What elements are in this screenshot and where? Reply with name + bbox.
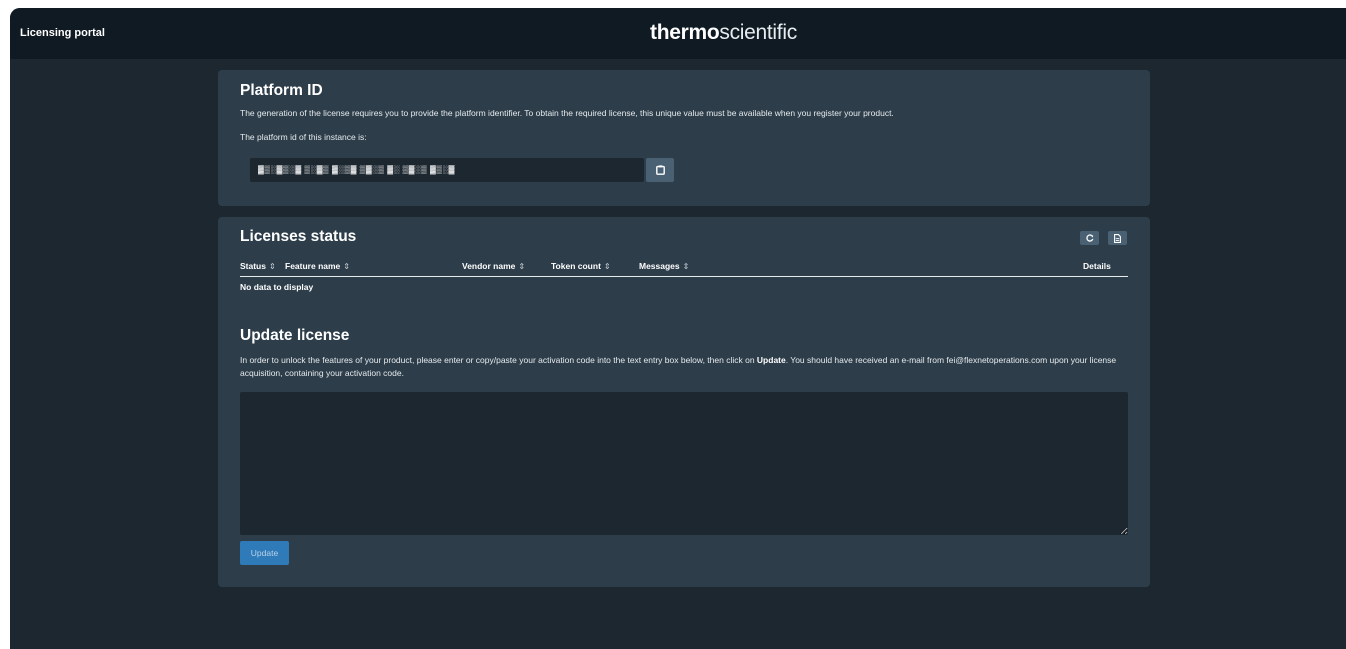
column-header-vendor-name[interactable]: Vendor name ⇕	[462, 261, 525, 271]
column-header-feature-name[interactable]: Feature name ⇕	[285, 261, 350, 271]
column-header-details: Details	[1083, 261, 1111, 271]
sort-icon: ⇕	[603, 262, 611, 271]
export-file-button[interactable]	[1108, 231, 1127, 245]
sort-icon: ⇕	[343, 262, 350, 271]
update-button[interactable]: Update	[240, 541, 289, 565]
platform-id-title: Platform ID	[240, 82, 323, 99]
thermo-scientific-logo: thermoscientific	[650, 21, 797, 45]
refresh-button[interactable]	[1080, 231, 1099, 245]
update-desc-bold: Update	[756, 355, 786, 365]
column-header-status[interactable]: Status ⇕	[240, 261, 276, 271]
table-header-divider	[240, 276, 1128, 277]
logo-light-text: scientific	[719, 21, 797, 44]
column-header-details-label: Details	[1083, 261, 1111, 271]
refresh-icon	[1085, 234, 1093, 242]
column-header-messages-label: Messages	[639, 261, 680, 271]
column-header-token-count-label: Token count	[551, 261, 601, 271]
logo-bold-text: thermo	[650, 21, 720, 44]
activation-code-input[interactable]	[240, 392, 1128, 535]
file-icon	[1114, 233, 1121, 243]
empty-table-message: No data to display	[240, 282, 314, 292]
update-license-description: In order to unlock the features of your …	[240, 354, 1120, 380]
licenses-status-title: Licenses status	[240, 228, 357, 245]
column-header-vendor-name-label: Vendor name	[462, 261, 516, 271]
update-license-title: Update license	[240, 327, 350, 344]
column-header-messages[interactable]: Messages ⇕	[639, 261, 689, 271]
column-header-status-label: Status	[240, 261, 266, 271]
update-desc-text-1: In order to unlock the features of your …	[240, 355, 757, 365]
sort-icon: ⇕	[518, 262, 526, 271]
column-header-token-count[interactable]: Token count ⇕	[551, 261, 611, 271]
platform-id-instance-label: The platform id of this instance is:	[240, 132, 367, 142]
platform-id-field[interactable]	[250, 158, 644, 182]
column-header-feature-name-label: Feature name	[285, 261, 341, 271]
sort-icon: ⇕	[268, 262, 276, 271]
licenses-card: Licenses status Status ⇕ Feature name ⇕ Ve…	[218, 217, 1150, 587]
portal-title: Licensing portal	[20, 27, 105, 39]
top-bar: Licensing portal thermoscientific	[10, 8, 1346, 59]
platform-id-card: Platform ID The generation of the licens…	[218, 70, 1150, 206]
clipboard-icon	[655, 165, 665, 175]
sort-icon: ⇕	[682, 262, 690, 271]
app-window: Licensing portal thermoscientific Platfo…	[10, 8, 1346, 649]
platform-id-description: The generation of the license requires y…	[240, 108, 894, 118]
copy-platform-id-button[interactable]	[646, 158, 674, 182]
